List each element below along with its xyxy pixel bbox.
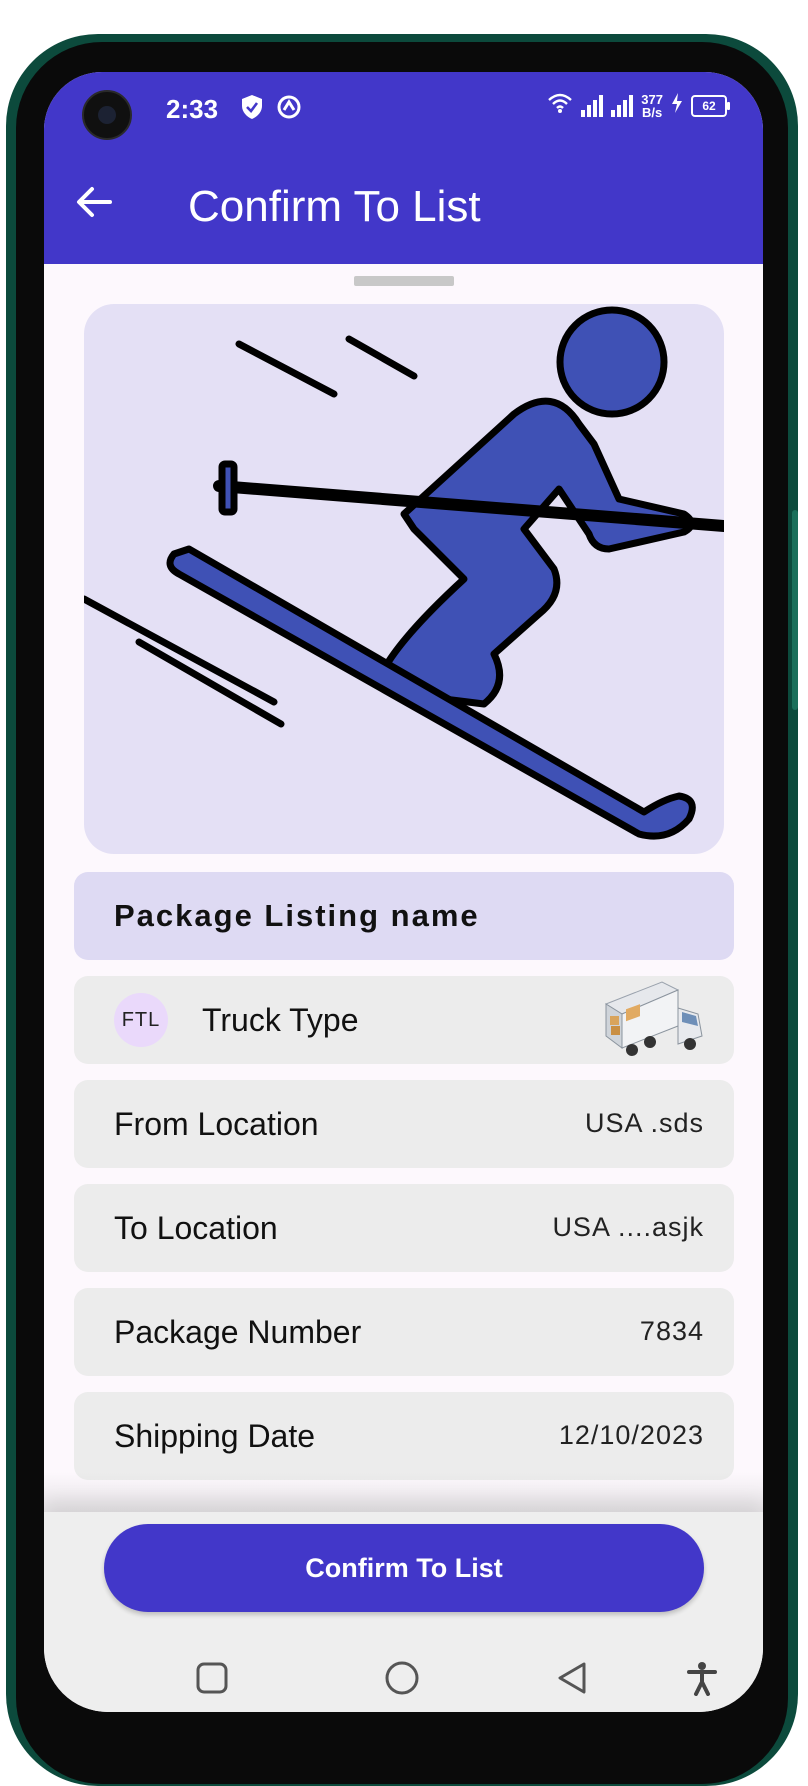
accessibility-icon <box>687 1662 717 1696</box>
signal-icon <box>611 94 634 117</box>
truck-icon <box>604 981 703 1056</box>
to-location-label: To Location <box>114 1210 278 1246</box>
side-button <box>792 510 798 710</box>
battery-level: 62 <box>702 98 716 113</box>
home-button[interactable] <box>384 1660 420 1701</box>
shipping-date-label: Shipping Date <box>114 1418 316 1454</box>
to-location-row: To Location USA ....asjk <box>74 1184 734 1272</box>
to-location-value: USA ....asjk <box>552 1212 704 1242</box>
package-number-row: Package Number 7834 <box>74 1288 734 1376</box>
arrow-left-icon <box>77 187 112 217</box>
drag-handle[interactable] <box>354 276 454 286</box>
package-listing-name-card: Package Listing name <box>74 872 734 960</box>
shipping-date-row: Shipping Date 12/10/2023 <box>74 1392 734 1480</box>
wifi-icon <box>547 92 573 119</box>
from-location-row: From Location USA .sds <box>74 1080 734 1168</box>
package-number-label: Package Number <box>114 1314 362 1350</box>
charging-icon <box>671 93 683 118</box>
package-number-value: 7834 <box>639 1316 704 1346</box>
status-right-group: 377 B/s 62 <box>547 92 730 119</box>
skier-icon <box>84 306 724 840</box>
top-app-bar: 2:33 377 B/s 62 Confirm To List <box>44 72 763 264</box>
shipping-date-value: 12/10/2023 <box>558 1420 704 1450</box>
confirm-to-list-button[interactable]: Confirm To List <box>104 1524 704 1612</box>
net-speed: 377 B/s <box>641 93 663 119</box>
net-speed-unit: B/s <box>642 104 663 120</box>
shield-check-icon <box>240 94 264 127</box>
battery-icon: 62 <box>691 94 730 117</box>
camera-cutout <box>82 90 132 140</box>
truck-type-row: FTL Truck Type <box>74 976 734 1064</box>
app-screen: 2:33 377 B/s 62 Confirm To List Package … <box>44 72 763 1712</box>
package-listing-name: Package Listing name <box>114 898 480 933</box>
truck-type-badge: FTL <box>114 993 168 1047</box>
net-speed-value: 377 <box>641 91 663 107</box>
truck-type-label: Truck Type <box>202 1002 359 1038</box>
from-location-value: USA .sds <box>584 1108 704 1138</box>
sync-icon <box>276 94 302 127</box>
scroll-fade <box>44 1472 763 1512</box>
back-button[interactable] <box>70 178 118 226</box>
status-time: 2:33 <box>166 94 219 124</box>
bottom-action-area: Confirm To List <box>44 1512 763 1712</box>
recents-button[interactable] <box>194 1660 230 1701</box>
package-illustration <box>84 304 724 854</box>
nav-back-button[interactable] <box>554 1660 590 1701</box>
home-circle-icon <box>385 1661 419 1695</box>
page-title: Confirm To List <box>188 182 481 231</box>
back-triangle-icon <box>558 1662 586 1694</box>
from-location-label: From Location <box>114 1106 319 1142</box>
accessibility-button[interactable] <box>684 1660 720 1701</box>
signal-icon <box>581 94 604 117</box>
recents-square-icon <box>196 1662 228 1694</box>
